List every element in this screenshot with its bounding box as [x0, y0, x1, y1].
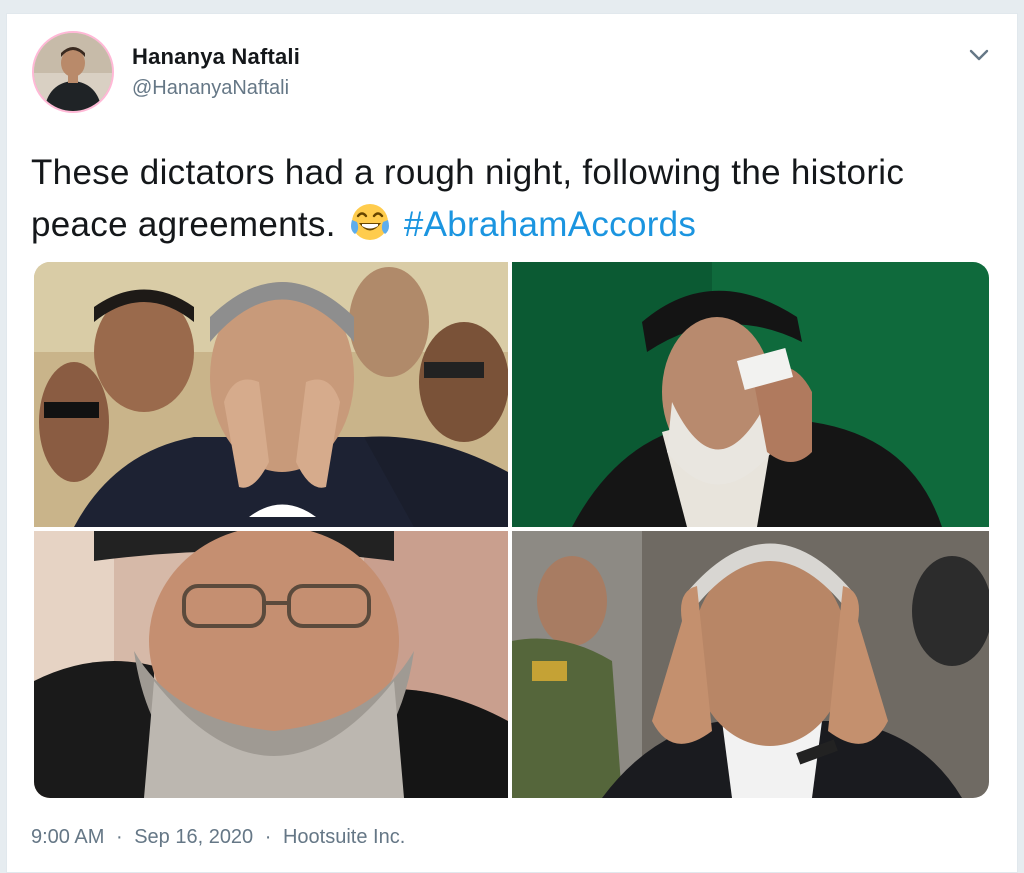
- face-with-tears-of-joy-icon: [348, 200, 392, 244]
- media-photo-3[interactable]: [34, 531, 508, 798]
- author-handle[interactable]: @HananyaNaftali: [132, 77, 289, 100]
- avatar[interactable]: [32, 31, 114, 113]
- tweet-time[interactable]: 9:00 AM: [31, 826, 104, 848]
- media-photo-1[interactable]: [34, 262, 508, 527]
- media-photo-4[interactable]: [512, 531, 989, 798]
- media-grid: [34, 262, 989, 798]
- meta-separator: ·: [115, 826, 123, 848]
- meta-separator: ·: [264, 826, 272, 848]
- media-photo-2[interactable]: [512, 262, 989, 527]
- tweet-date[interactable]: Sep 16, 2020: [134, 826, 253, 848]
- chevron-down-icon[interactable]: [964, 40, 994, 70]
- tweet-source[interactable]: Hootsuite Inc.: [283, 826, 405, 848]
- tweet-card[interactable]: Hananya Naftali @HananyaNaftali These di…: [6, 13, 1018, 873]
- hashtag-link[interactable]: #AbrahamAccords: [404, 205, 696, 244]
- tweet-text: These dictators had a rough night, follo…: [31, 147, 1006, 251]
- avatar-image: [34, 33, 112, 111]
- tweet-meta: 9:00 AM · Sep 16, 2020 · Hootsuite Inc.: [31, 826, 411, 849]
- author-name[interactable]: Hananya Naftali: [132, 44, 300, 70]
